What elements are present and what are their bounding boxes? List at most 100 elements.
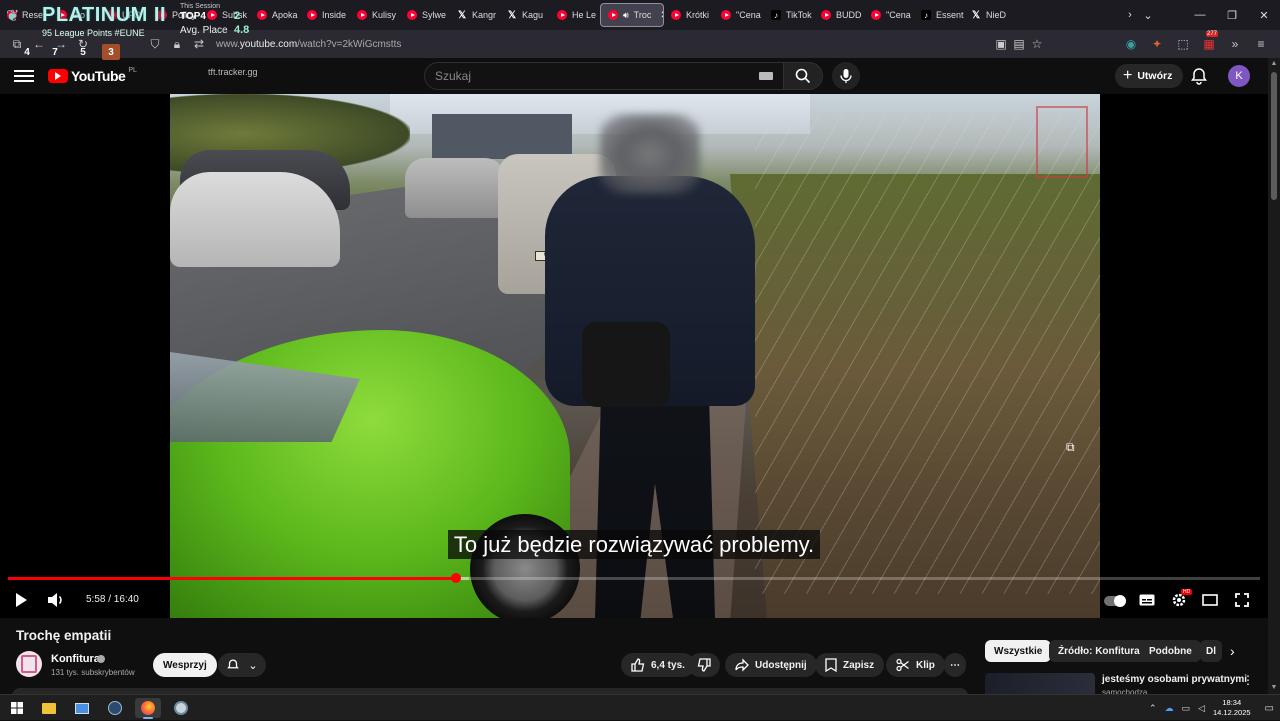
video-player[interactable]: WZ 1 ⧉ To już będzie rozwiązywać problem… (0, 94, 1268, 618)
chevron-right-icon[interactable]: › (1230, 643, 1246, 659)
search-button[interactable] (783, 62, 823, 90)
windows-logo-icon (11, 702, 23, 714)
browser-tab[interactable]: Krótki (664, 3, 714, 27)
join-button[interactable]: Wesprzyj (153, 653, 217, 677)
browser-tab[interactable]: 𝕏 Kagu (500, 3, 550, 27)
browser-tab[interactable]: ♪ Essent (914, 3, 964, 27)
home-icon[interactable] (94, 33, 134, 55)
hamburger-menu-icon[interactable] (14, 67, 34, 85)
channel-name[interactable]: Konfitura (51, 653, 100, 665)
browser-tab[interactable]: "Cena (714, 3, 764, 27)
app-menu-icon[interactable]: ≡ (1250, 33, 1272, 55)
play-button[interactable] (10, 590, 32, 610)
browser-tab[interactable]: He Le (550, 3, 600, 27)
volume-tray-icon[interactable]: ◁ (1198, 703, 1205, 714)
voice-search-button[interactable] (832, 62, 860, 90)
browser-tab[interactable]: Policy (150, 3, 200, 27)
tab-label: Kangr (472, 10, 497, 20)
browser-tab[interactable]: Sylwe (400, 3, 450, 27)
vpn-extension-icon[interactable]: ◉ (1120, 33, 1142, 55)
close-window-icon[interactable]: ✕ (1248, 0, 1280, 30)
youtube-icon (207, 10, 217, 20)
browser-tab[interactable]: Apoka (250, 3, 300, 27)
lock-icon[interactable]: 🔒︎ (166, 33, 188, 55)
page-scrollbar[interactable]: ▲ ▼ (1268, 58, 1280, 694)
permissions-icon[interactable]: ⇄ (188, 33, 210, 55)
app-icon[interactable] (168, 698, 194, 718)
account-avatar[interactable]: K (1228, 65, 1250, 87)
keyboard-icon[interactable] (759, 72, 773, 80)
clock[interactable]: 18:34 14.12.2025 (1213, 698, 1251, 718)
browser-tab[interactable]: Rese (0, 3, 50, 27)
mute-button[interactable] (45, 590, 67, 610)
notifications-icon[interactable]: ▭ (1265, 703, 1274, 714)
adblock-extension-icon[interactable]: ✦ (1146, 33, 1168, 55)
tab-overview-icon[interactable]: ⧉ (6, 33, 28, 55)
theater-mode-button[interactable] (1199, 590, 1221, 610)
browser-tab[interactable]: 𝕏 Kangr (450, 3, 500, 27)
save-label: Zapisz (843, 659, 875, 671)
tab-list: Rese Blo UFO Policy Subsk Apoka Inside Kulisy Sy… (0, 0, 1014, 30)
chip-more[interactable]: Dl (1200, 640, 1222, 662)
like-button[interactable]: 6,4 tys. (621, 653, 695, 677)
browser-tab-active[interactable]: 🔊︎Troc✕ (600, 3, 664, 27)
restore-icon[interactable]: ❐ (1216, 0, 1248, 30)
youtube-logo[interactable]: YouTube PL (48, 66, 137, 84)
share-button[interactable]: Udostępnij (725, 653, 817, 677)
url-bar[interactable]: www.youtube.com/watch?v=2kWiGcmstts (216, 39, 401, 50)
dislike-button[interactable] (688, 653, 720, 677)
browser-tab[interactable]: "Cena (864, 3, 914, 27)
save-button[interactable]: Zapisz (815, 653, 885, 677)
tab-label: BUDD (836, 10, 862, 20)
forward-icon[interactable]: → (50, 33, 72, 55)
chip-related[interactable]: Podobne (1140, 640, 1201, 662)
chip-all[interactable]: Wszystkie (985, 640, 1052, 662)
browser-tab[interactable]: Kulisy (350, 3, 400, 27)
scroll-up-icon[interactable]: ▲ (1270, 60, 1278, 68)
picture-in-picture-icon[interactable]: ⧉ (1066, 440, 1082, 456)
back-icon[interactable]: ← (28, 33, 50, 55)
subscription-bell-button[interactable]: ⌄ (218, 653, 266, 677)
scroll-down-icon[interactable]: ▼ (1270, 684, 1278, 692)
country-code: PL (128, 66, 137, 74)
search-input[interactable] (425, 63, 745, 89)
remote-desktop-icon[interactable] (69, 698, 95, 718)
subscriber-count: 131 tys. subskrybentów (51, 668, 135, 677)
reload-icon[interactable]: ↻ (72, 33, 94, 55)
start-button[interactable] (4, 698, 30, 718)
create-button[interactable]: + Utwórz (1115, 64, 1184, 88)
browser-tab[interactable]: 𝕏 NieD (964, 3, 1014, 27)
speaker-icon[interactable]: 🔊︎ (623, 10, 629, 21)
browser-tab[interactable]: Inside (300, 3, 350, 27)
recommended-title[interactable]: jesteśmy osobami prywatnymi (1102, 674, 1247, 685)
more-vertical-icon[interactable]: ⋮ (1242, 673, 1254, 689)
clip-button[interactable]: Klip (886, 653, 945, 677)
firefox-icon[interactable] (135, 698, 161, 719)
browser-tab[interactable]: UFO (100, 3, 150, 27)
tray-overflow-icon[interactable]: ⌃ (1149, 703, 1157, 714)
overflow-chevrons-icon[interactable]: » (1224, 33, 1246, 55)
subtitles-button[interactable] (1136, 590, 1158, 610)
extension-badge-icon[interactable]: ▦ 277 (1198, 31, 1220, 55)
scrollbar-thumb[interactable] (1271, 72, 1277, 200)
channel-avatar[interactable] (16, 651, 42, 677)
more-actions-button[interactable]: ⋯ (944, 653, 966, 677)
browser-tab[interactable]: ♪ TikTok (764, 3, 814, 27)
file-explorer-icon[interactable] (36, 698, 62, 718)
autoplay-toggle[interactable] (1104, 595, 1126, 607)
chip-source[interactable]: Źródło: Konfitura (1049, 640, 1149, 662)
fullscreen-button[interactable] (1231, 590, 1253, 610)
bookmark-star-icon[interactable]: ☆ (1026, 33, 1048, 55)
extensions-icon[interactable]: ⬚ (1172, 33, 1194, 55)
network-icon[interactable]: ▭ (1182, 703, 1191, 714)
steam-icon[interactable] (102, 698, 128, 718)
notifications-button[interactable] (1189, 66, 1209, 86)
browser-tab[interactable]: Blo (50, 3, 100, 27)
tab-list-dropdown-icon[interactable]: ⌄ (1132, 0, 1164, 30)
shield-icon[interactable]: ⛉ (144, 33, 166, 55)
progress-bar[interactable] (8, 573, 1260, 583)
browser-tab[interactable]: Subsk (200, 3, 250, 27)
browser-tab[interactable]: BUDD (814, 3, 864, 27)
minimize-icon[interactable]: — (1184, 0, 1216, 30)
onedrive-icon[interactable]: ☁ (1165, 703, 1174, 714)
